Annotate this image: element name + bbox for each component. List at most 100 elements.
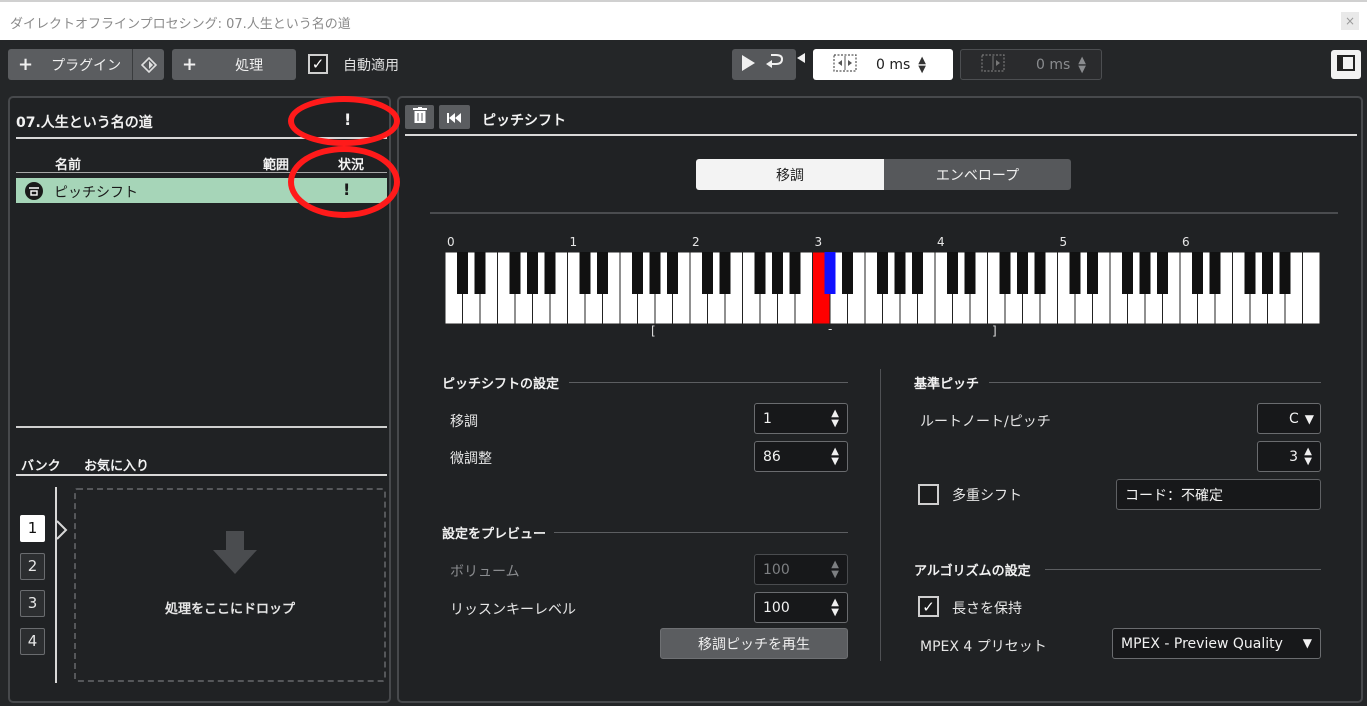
mpex-preset-select[interactable]: MPEX - Preview Quality ▼ — [1112, 628, 1321, 659]
keep-length-label: 長さを保持 — [952, 601, 1022, 617]
tab-transpose[interactable]: 移調 — [696, 159, 884, 190]
auto-apply-checkbox[interactable]: ✓ — [308, 54, 328, 74]
listen-key-label: リッスンキーレベル — [450, 602, 576, 618]
pre-roll-stepper-icon[interactable]: ▲ ▼ — [918, 55, 926, 74]
preview-settings-heading: 設定をプレビュー — [442, 527, 547, 542]
black-key[interactable] — [947, 252, 958, 294]
black-key[interactable] — [789, 252, 801, 294]
white-key[interactable] — [1302, 252, 1321, 325]
mpex-value: MPEX - Preview Quality — [1121, 635, 1283, 652]
black-key[interactable] — [842, 252, 853, 294]
plus-icon: + — [18, 54, 34, 75]
close-button[interactable]: × — [1341, 12, 1359, 30]
reset-button[interactable] — [439, 105, 470, 129]
chevron-right-icon — [56, 520, 68, 544]
range-center-marker[interactable]: - — [828, 322, 832, 336]
pre-roll-icon — [833, 53, 857, 76]
black-key[interactable] — [754, 252, 766, 294]
octave-label: 1 — [569, 235, 578, 249]
triangle-left-icon — [797, 48, 805, 67]
divider — [405, 134, 1357, 136]
octave-label: 3 — [814, 235, 823, 249]
loop-icon[interactable] — [764, 53, 786, 76]
black-key[interactable] — [877, 252, 888, 294]
tab-envelope[interactable]: エンベロープ — [884, 159, 1071, 190]
bank-button-2[interactable]: 2 — [20, 553, 45, 580]
black-key[interactable] — [1139, 252, 1151, 294]
black-key[interactable] — [1069, 252, 1081, 294]
black-key[interactable] — [1087, 252, 1098, 294]
root-note-value: C — [1288, 410, 1299, 427]
black-key[interactable] — [719, 252, 731, 294]
black-key[interactable] — [824, 252, 836, 294]
volume-input: 100 ▲ ▼ — [754, 554, 848, 585]
stepper-icon[interactable]: ▲ ▼ — [831, 447, 839, 467]
add-process-button[interactable]: + 処理 — [172, 49, 296, 80]
black-key[interactable] — [1122, 252, 1133, 294]
listen-key-input[interactable]: 100 ▲ ▼ — [754, 592, 848, 623]
bank-button-4[interactable]: 4 — [20, 628, 45, 655]
delete-button[interactable] — [405, 105, 434, 129]
black-key[interactable] — [632, 252, 643, 294]
black-key[interactable] — [457, 252, 468, 294]
black-key[interactable] — [1209, 252, 1221, 294]
octave-label: 4 — [937, 235, 945, 249]
black-key[interactable] — [999, 252, 1011, 294]
black-key[interactable] — [964, 252, 976, 294]
add-plugin-button[interactable]: + プラグイン — [8, 49, 164, 80]
auto-apply-label: 自動適用 — [343, 58, 399, 74]
root-octave-input[interactable]: 3 ▲ ▼ — [1257, 441, 1321, 472]
play-transposed-button[interactable]: 移調ピッチを再生 — [660, 628, 848, 659]
post-roll-field[interactable]: 0 ms ▲ ▼ — [960, 49, 1102, 80]
black-key[interactable] — [1157, 252, 1168, 294]
keep-length-checkbox[interactable]: ✓ — [918, 596, 939, 617]
layout-toggle-button[interactable] — [1331, 50, 1361, 79]
black-key[interactable] — [579, 252, 591, 294]
black-key[interactable] — [1192, 252, 1203, 294]
stepper-icon[interactable]: ▲ ▼ — [1304, 447, 1312, 467]
trash-icon — [412, 107, 427, 127]
black-key[interactable] — [772, 252, 783, 294]
post-roll-stepper-icon[interactable]: ▲ ▼ — [1078, 55, 1086, 74]
black-key[interactable] — [509, 252, 521, 294]
black-key[interactable] — [474, 252, 486, 294]
drop-zone[interactable]: 処理をここにドロップ — [74, 488, 386, 682]
black-key[interactable] — [649, 252, 661, 294]
octave-label: 0 — [447, 235, 455, 249]
bank-button-1[interactable]: 1 — [20, 515, 45, 542]
add-plugin-label: プラグイン — [51, 57, 122, 74]
black-key[interactable] — [667, 252, 678, 294]
divider — [1045, 569, 1321, 570]
root-note-select[interactable]: C ▼ — [1257, 403, 1321, 434]
stepper-icon[interactable]: ▲ ▼ — [831, 409, 839, 429]
stepper-icon[interactable]: ▲ ▼ — [831, 598, 839, 618]
play-icon[interactable] — [740, 54, 756, 76]
pre-roll-field[interactable]: 0 ms ▲ ▼ — [813, 49, 953, 80]
black-key[interactable] — [527, 252, 538, 294]
plugin-preset-icon[interactable] — [132, 49, 164, 80]
multi-shift-checkbox[interactable] — [918, 484, 939, 505]
black-key[interactable] — [912, 252, 923, 294]
black-key[interactable] — [1017, 252, 1028, 294]
black-key[interactable] — [1034, 252, 1046, 294]
multi-shift-label: 多重シフト — [952, 488, 1022, 504]
transpose-input[interactable]: 1 ▲ ▼ — [754, 403, 848, 434]
black-key[interactable] — [1279, 252, 1291, 294]
black-key[interactable] — [1262, 252, 1273, 294]
black-key[interactable] — [894, 252, 906, 294]
black-key[interactable] — [544, 252, 556, 294]
black-key[interactable] — [597, 252, 608, 294]
plus-icon: + — [182, 54, 198, 75]
root-note-label: ルートノート/ピッチ — [920, 414, 1051, 430]
piano-keyboard[interactable] — [445, 252, 1322, 325]
black-key[interactable] — [1244, 252, 1256, 294]
fine-tune-input[interactable]: 86 ▲ ▼ — [754, 441, 848, 472]
bank-button-3[interactable]: 3 — [20, 590, 45, 617]
range-end-marker[interactable]: ] — [992, 324, 997, 338]
tab-bank[interactable]: バンク — [21, 455, 61, 474]
column-range[interactable]: 範囲 — [263, 154, 289, 173]
tab-favorites[interactable]: お気に入り — [84, 455, 149, 474]
range-start-marker[interactable]: [ — [651, 324, 656, 338]
column-name[interactable]: 名前 — [55, 154, 81, 173]
black-key[interactable] — [702, 252, 713, 294]
